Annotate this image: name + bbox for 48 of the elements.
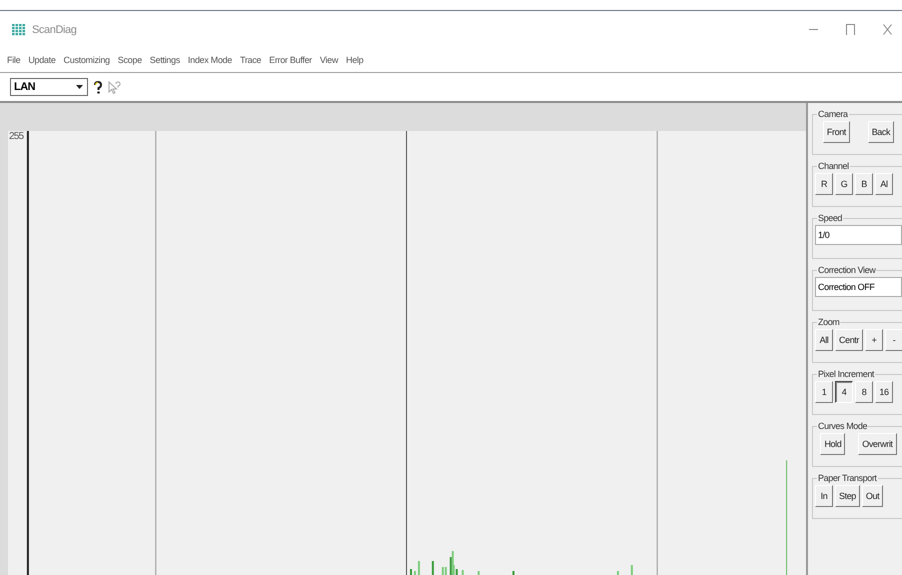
panel-button[interactable]: Out: [862, 485, 884, 507]
menu-item[interactable]: File: [7, 55, 20, 65]
value-field[interactable]: Correction OFF: [815, 277, 902, 297]
menu-item[interactable]: Trace: [240, 55, 262, 65]
panel-button[interactable]: Overwrit: [858, 433, 897, 455]
context-help-icon[interactable]: [108, 80, 121, 94]
panel-button[interactable]: Step: [835, 485, 860, 507]
menu-item[interactable]: Error Buffer: [269, 55, 312, 65]
menu-item[interactable]: Index Mode: [188, 55, 232, 65]
panel-button[interactable]: 16: [875, 381, 893, 403]
panel-button[interactable]: 1: [815, 381, 833, 403]
panel-button[interactable]: Front: [822, 121, 850, 143]
close-icon[interactable]: [883, 24, 892, 35]
panel-button[interactable]: G: [835, 173, 853, 195]
group-title: Pixel Increment: [817, 369, 876, 379]
menu-item[interactable]: Update: [28, 55, 56, 65]
panel-button[interactable]: Centr: [835, 329, 864, 351]
panel-button[interactable]: Hold: [820, 433, 846, 455]
group-title: Camera: [817, 109, 849, 119]
menu-item[interactable]: Customizing: [64, 55, 110, 65]
panel-button[interactable]: All: [815, 329, 833, 351]
axis-label: 255: [9, 131, 24, 142]
group-title: Paper Transport: [817, 473, 878, 483]
panel-button[interactable]: +: [865, 329, 884, 351]
menu-item[interactable]: View: [320, 55, 338, 65]
group-title: Zoom: [817, 317, 840, 327]
group-title: Channel: [817, 161, 850, 171]
connection-dropdown[interactable]: LAN: [10, 78, 88, 96]
panel-button[interactable]: B: [855, 173, 873, 195]
panel-button[interactable]: R: [815, 173, 833, 195]
dropdown-arrow-icon: [76, 85, 83, 89]
panel-button[interactable]: 8: [855, 381, 873, 403]
window-title: ScanDiag: [32, 24, 76, 36]
group-title: Curves Mode: [817, 421, 868, 431]
maximize-icon[interactable]: [846, 24, 855, 35]
panel-button[interactable]: Back: [868, 121, 894, 143]
panel-button[interactable]: 4: [835, 381, 853, 403]
group-title: Correction View: [817, 265, 876, 275]
panel-button[interactable]: In: [815, 485, 833, 507]
group-title: Speed: [817, 213, 844, 223]
menu-item[interactable]: Help: [346, 55, 364, 65]
app-grid-icon: [12, 24, 26, 36]
value-field[interactable]: 1/0: [815, 225, 902, 245]
menu-item[interactable]: Scope: [118, 55, 142, 65]
panel-button[interactable]: Al: [875, 173, 893, 195]
help-icon[interactable]: [94, 80, 102, 94]
menu-item[interactable]: Settings: [150, 55, 180, 65]
panel-button[interactable]: -: [885, 329, 902, 351]
